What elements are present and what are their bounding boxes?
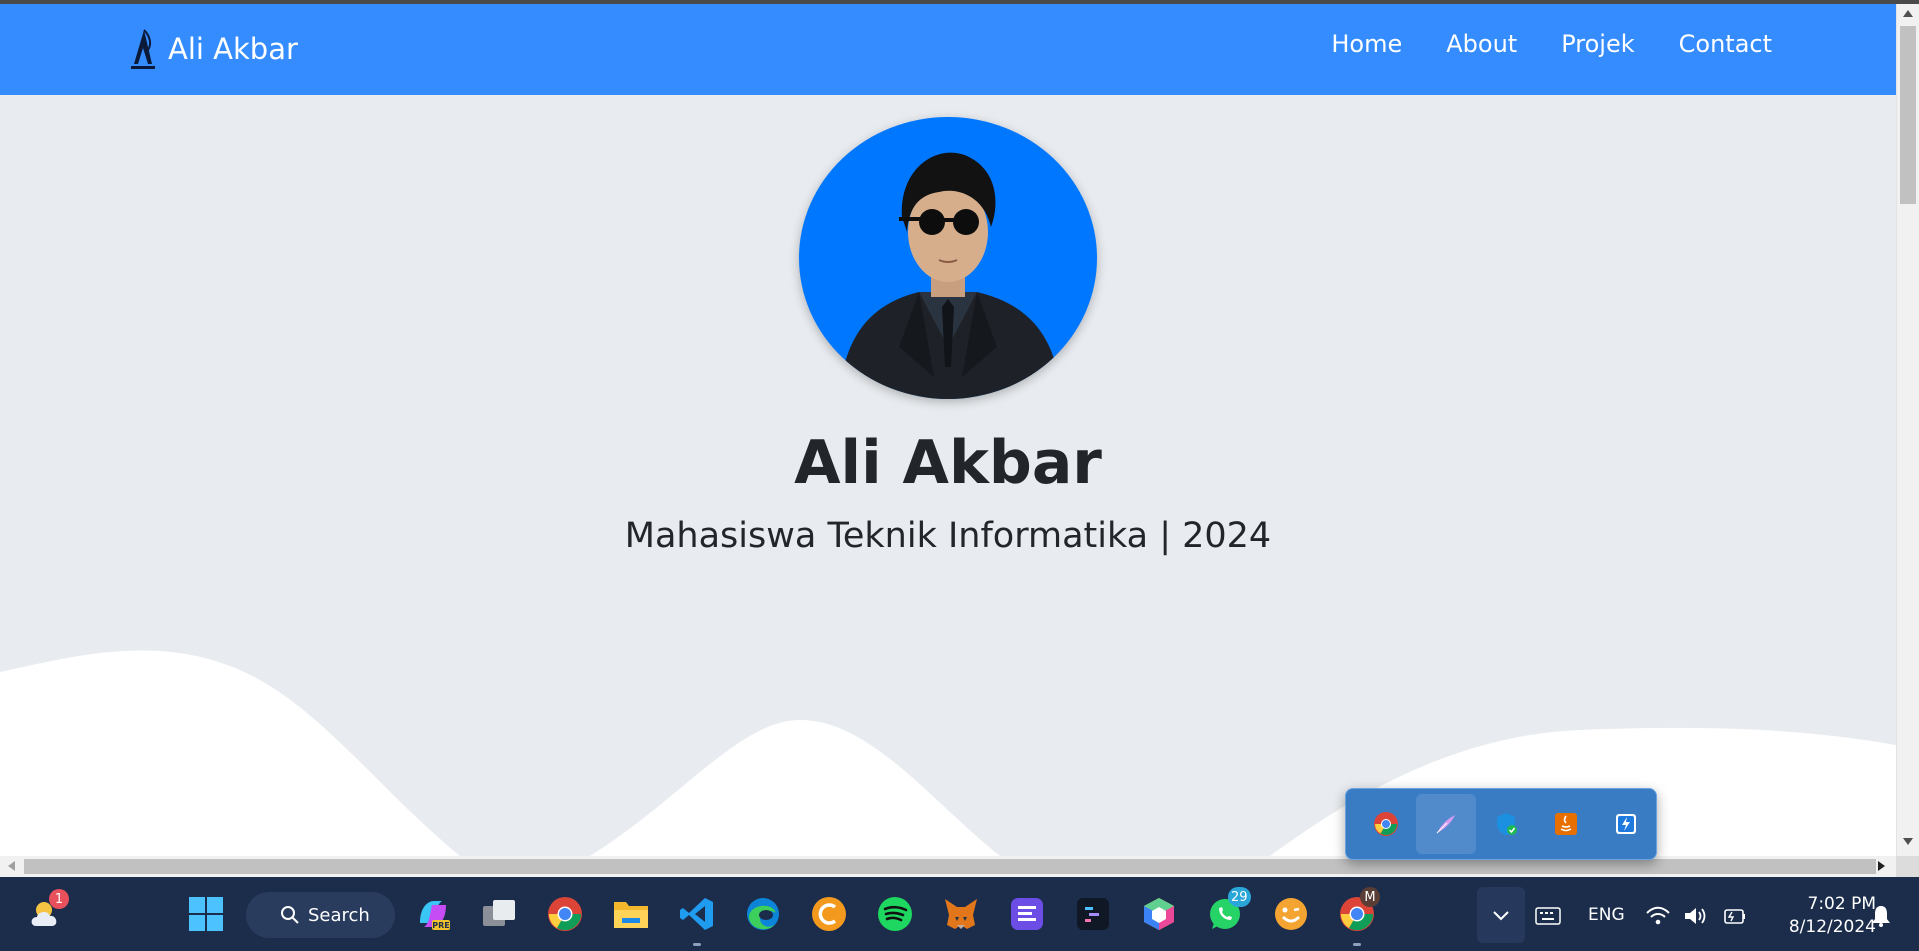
navbar: Ali Akbar Home About Projek Contact xyxy=(0,4,1896,95)
clock-time: 7:02 PM xyxy=(1807,894,1877,914)
show-hidden-icons-button[interactable] xyxy=(1477,887,1525,943)
clock-date: 8/12/2024 xyxy=(1788,917,1876,937)
scrollbar-corner xyxy=(1896,856,1919,877)
tray-lightning-app-icon[interactable] xyxy=(1596,794,1656,854)
scroll-up-icon[interactable] xyxy=(1903,10,1913,17)
windows-start-icon[interactable] xyxy=(185,893,227,935)
tray-security-shield-icon[interactable] xyxy=(1476,794,1536,854)
wifi-icon[interactable] xyxy=(1643,895,1673,937)
hero-name: Ali Akbar xyxy=(794,428,1102,498)
nav-link-home[interactable]: Home xyxy=(1331,30,1402,58)
chrome-profile-badge: M xyxy=(1360,887,1380,907)
tray-overflow-flyout xyxy=(1345,788,1657,860)
taskbar-search[interactable]: Search xyxy=(246,892,395,938)
task-view-icon[interactable] xyxy=(478,893,520,935)
nav-link-projek[interactable]: Projek xyxy=(1561,30,1634,58)
tray-java-icon[interactable] xyxy=(1536,794,1596,854)
chrome-icon[interactable] xyxy=(544,893,586,935)
tray-chrome-icon[interactable] xyxy=(1356,794,1416,854)
hero-subtitle: Mahasiswa Teknik Informatika | 2024 xyxy=(624,516,1272,556)
brand-name: Ali Akbar xyxy=(168,32,298,66)
vscode-running-indicator xyxy=(693,943,701,946)
keyboard-icon[interactable] xyxy=(1527,895,1569,937)
vertical-scrollbar[interactable] xyxy=(1896,0,1919,856)
search-label: Search xyxy=(308,904,370,926)
scroll-right-icon[interactable] xyxy=(1878,861,1885,871)
brand-logo-icon xyxy=(131,29,155,69)
vertical-scroll-thumb[interactable] xyxy=(1900,26,1916,204)
weather-icon[interactable]: 1 xyxy=(27,889,69,935)
metamask-icon[interactable] xyxy=(940,893,982,935)
nav-link-about[interactable]: About xyxy=(1446,30,1517,58)
weather-badge: 1 xyxy=(49,889,69,909)
profile-avatar xyxy=(799,117,1097,399)
svg-text:PRE: PRE xyxy=(432,921,450,930)
terminal-app-icon[interactable] xyxy=(1072,893,1114,935)
spotify-icon[interactable] xyxy=(874,893,916,935)
horizontal-scroll-thumb[interactable] xyxy=(24,859,1876,874)
language-indicator[interactable]: ENG xyxy=(1588,905,1625,925)
file-explorer-icon[interactable] xyxy=(610,893,652,935)
vscode-icon[interactable] xyxy=(676,893,718,935)
battery-icon[interactable] xyxy=(1719,895,1749,937)
scroll-left-icon[interactable] xyxy=(8,861,15,871)
chrome-running-indicator xyxy=(1353,943,1361,946)
notes-app-icon[interactable] xyxy=(1006,893,1048,935)
emoji-app-icon[interactable] xyxy=(1270,893,1312,935)
chevron-down-icon xyxy=(1493,911,1509,921)
edge-icon[interactable] xyxy=(742,893,784,935)
taskbar: 1 Search PRE 29 M ENG 7:02 PM 8/12/2024 xyxy=(0,877,1919,951)
taskbar-clock[interactable]: 7:02 PM 8/12/2024 xyxy=(1764,893,1876,939)
profile-photo xyxy=(839,152,1061,399)
box-app-icon[interactable] xyxy=(1138,893,1180,935)
brand[interactable]: Ali Akbar xyxy=(128,26,298,72)
main-nav: Home About Projek Contact xyxy=(1331,30,1772,58)
whatsapp-badge: 29 xyxy=(1228,887,1251,907)
notification-bell-icon[interactable] xyxy=(1866,895,1896,937)
volume-icon[interactable] xyxy=(1681,895,1711,937)
copilot-icon[interactable]: PRE xyxy=(412,893,454,935)
whatsapp-icon[interactable]: 29 xyxy=(1204,887,1251,935)
web-page: Ali Akbar Home About Projek Contact Ali … xyxy=(0,0,1896,856)
scroll-down-icon[interactable] xyxy=(1903,838,1913,845)
window-top-border xyxy=(0,0,1919,4)
tray-feather-pen-icon[interactable] xyxy=(1416,794,1476,854)
chrome-profile-icon[interactable]: M xyxy=(1336,887,1380,935)
nav-link-contact[interactable]: Contact xyxy=(1679,30,1772,58)
ccleaner-icon[interactable] xyxy=(808,893,850,935)
search-icon xyxy=(281,906,299,924)
